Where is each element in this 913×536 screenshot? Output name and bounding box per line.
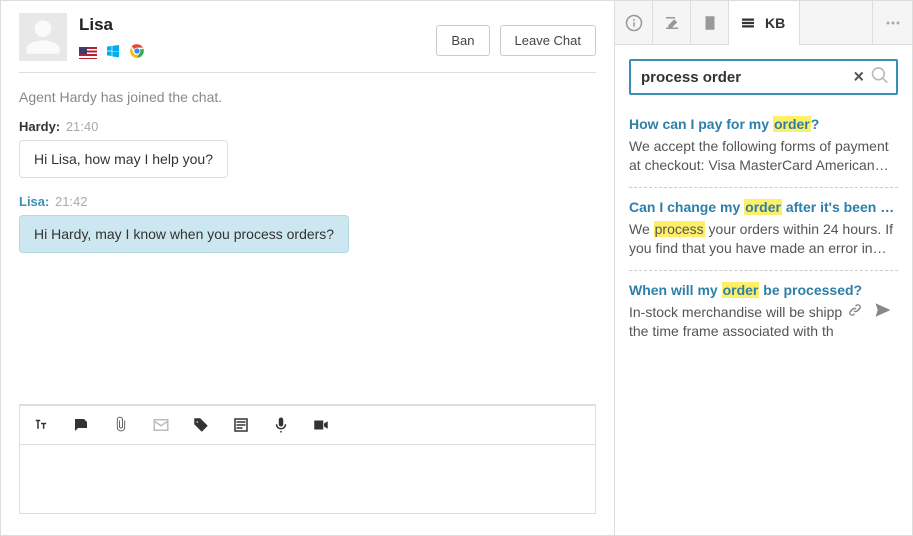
message-time: 21:40: [66, 119, 99, 134]
email-icon[interactable]: [152, 416, 170, 434]
kb-tabs: KB: [615, 1, 912, 45]
kb-float-actions: [842, 297, 898, 325]
chat-panel: Lisa Ban Leave Chat Agent Hardy has join…: [1, 1, 615, 535]
leave-chat-button[interactable]: Leave Chat: [500, 25, 597, 56]
tab-compose[interactable]: [653, 1, 691, 45]
message-bubble: Hi Hardy, may I know when you process or…: [19, 215, 349, 253]
kb-search: ×: [629, 59, 898, 95]
chrome-icon: [129, 43, 145, 62]
tab-info[interactable]: [615, 1, 653, 45]
tab-kb[interactable]: KB: [729, 1, 800, 45]
flag-us-icon: [79, 47, 97, 59]
ban-button[interactable]: Ban: [436, 25, 489, 56]
form-icon[interactable]: [232, 416, 250, 434]
clear-icon[interactable]: ×: [853, 67, 864, 88]
system-message: Agent Hardy has joined the chat.: [19, 89, 596, 105]
tab-notebook[interactable]: [691, 1, 729, 45]
tag-icon[interactable]: [192, 416, 210, 434]
avatar: [19, 13, 67, 61]
video-icon[interactable]: [312, 416, 330, 434]
visitor-name: Lisa: [79, 15, 436, 35]
quick-reply-icon[interactable]: [72, 416, 90, 434]
composer: [19, 404, 596, 517]
kb-panel: KB × How can I pay for my order? We acce…: [615, 1, 912, 535]
kb-result-snippet: We process your orders within 24 hours. …: [629, 220, 898, 258]
kb-result[interactable]: How can I pay for my order? We accept th…: [629, 105, 898, 188]
send-icon[interactable]: [874, 301, 894, 321]
format-text-icon[interactable]: [32, 416, 50, 434]
composer-toolbar: [19, 405, 596, 444]
kb-result-snippet: We accept the following forms of payment…: [629, 137, 898, 175]
microphone-icon[interactable]: [272, 416, 290, 434]
visitor-meta: [79, 43, 436, 62]
message-bubble: Hi Lisa, how may I help you?: [19, 140, 228, 178]
link-icon[interactable]: [846, 301, 866, 321]
tab-kb-label: KB: [765, 15, 785, 31]
message-agent: Hardy: 21:40 Hi Lisa, how may I help you…: [19, 119, 596, 178]
fade-overlay: [616, 454, 911, 534]
more-icon[interactable]: [872, 1, 912, 45]
message-sender: Lisa:: [19, 194, 49, 209]
stack-icon: [739, 14, 757, 32]
kb-result-title: Can I change my order after it's been pl…: [629, 198, 898, 216]
chat-header: Lisa Ban Leave Chat: [1, 1, 614, 72]
attachment-icon[interactable]: [112, 416, 130, 434]
composer-input[interactable]: [19, 444, 596, 514]
message-time: 21:42: [55, 194, 88, 209]
search-icon[interactable]: [870, 66, 890, 89]
message-visitor: Lisa: 21:42 Hi Hardy, may I know when yo…: [19, 194, 596, 253]
windows-icon: [105, 43, 121, 62]
message-sender: Hardy:: [19, 119, 60, 134]
kb-result-title: How can I pay for my order?: [629, 115, 898, 133]
kb-result[interactable]: Can I change my order after it's been pl…: [629, 188, 898, 271]
chat-transcript: Agent Hardy has joined the chat. Hardy: …: [1, 73, 614, 404]
